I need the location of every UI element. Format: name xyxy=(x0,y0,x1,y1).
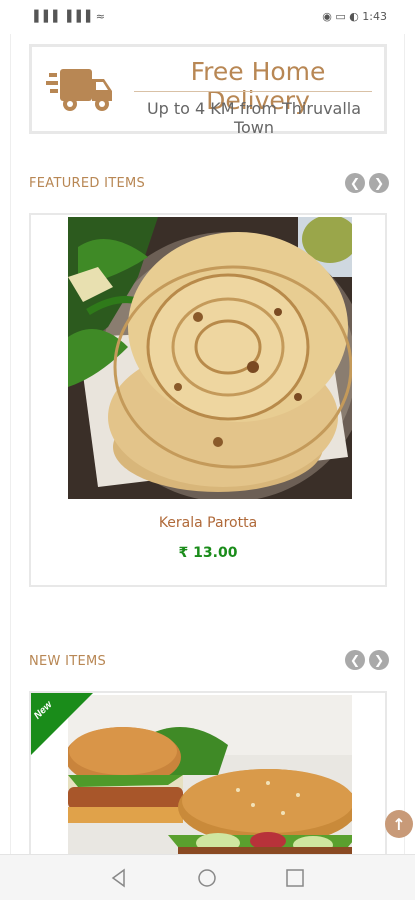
recent-apps-icon[interactable] xyxy=(284,867,306,889)
new-items-next-button[interactable]: ❯ xyxy=(369,650,389,670)
new-items-heading: NEW ITEMS xyxy=(29,654,107,669)
product-card[interactable]: New xyxy=(29,691,387,863)
home-icon[interactable] xyxy=(196,867,218,889)
product-name[interactable]: Kerala Parotta xyxy=(31,515,385,531)
status-indicators: ◉ ▭ ◐ 1:43 xyxy=(322,10,387,23)
back-icon[interactable] xyxy=(108,867,130,889)
new-items-prev-button[interactable]: ❮ xyxy=(345,650,365,670)
new-ribbon: New xyxy=(31,693,93,755)
new-items-carousel-controls: ❮ ❯ xyxy=(345,650,389,670)
signal-icons: ▐▐▐ ▐▐▐ ≈ xyxy=(30,10,106,23)
kerala-parotta-image[interactable] xyxy=(68,217,352,499)
product-price: ₹ 13.00 xyxy=(178,545,238,561)
product-card[interactable]: Kerala Parotta ₹ 13.00 xyxy=(29,213,387,587)
burger-image[interactable] xyxy=(68,695,352,863)
system-navigation-bar xyxy=(0,854,415,900)
scroll-to-top-button[interactable]: ↑ xyxy=(385,810,413,838)
delivery-truck-icon xyxy=(46,69,112,111)
status-bar: ▐▐▐ ▐▐▐ ≈ ◉ ▭ ◐ 1:43 xyxy=(0,0,415,34)
featured-prev-button[interactable]: ❮ xyxy=(345,173,365,193)
banner-divider xyxy=(134,91,372,92)
featured-items-heading: FEATURED ITEMS xyxy=(29,176,146,191)
featured-next-button[interactable]: ❯ xyxy=(369,173,389,193)
free-delivery-banner[interactable]: Free Home Delivery Up to 4 KM from Thiru… xyxy=(29,44,387,137)
featured-carousel-controls: ❮ ❯ xyxy=(345,173,389,193)
banner-subtitle: Up to 4 KM from Thiruvalla Town xyxy=(146,99,362,137)
